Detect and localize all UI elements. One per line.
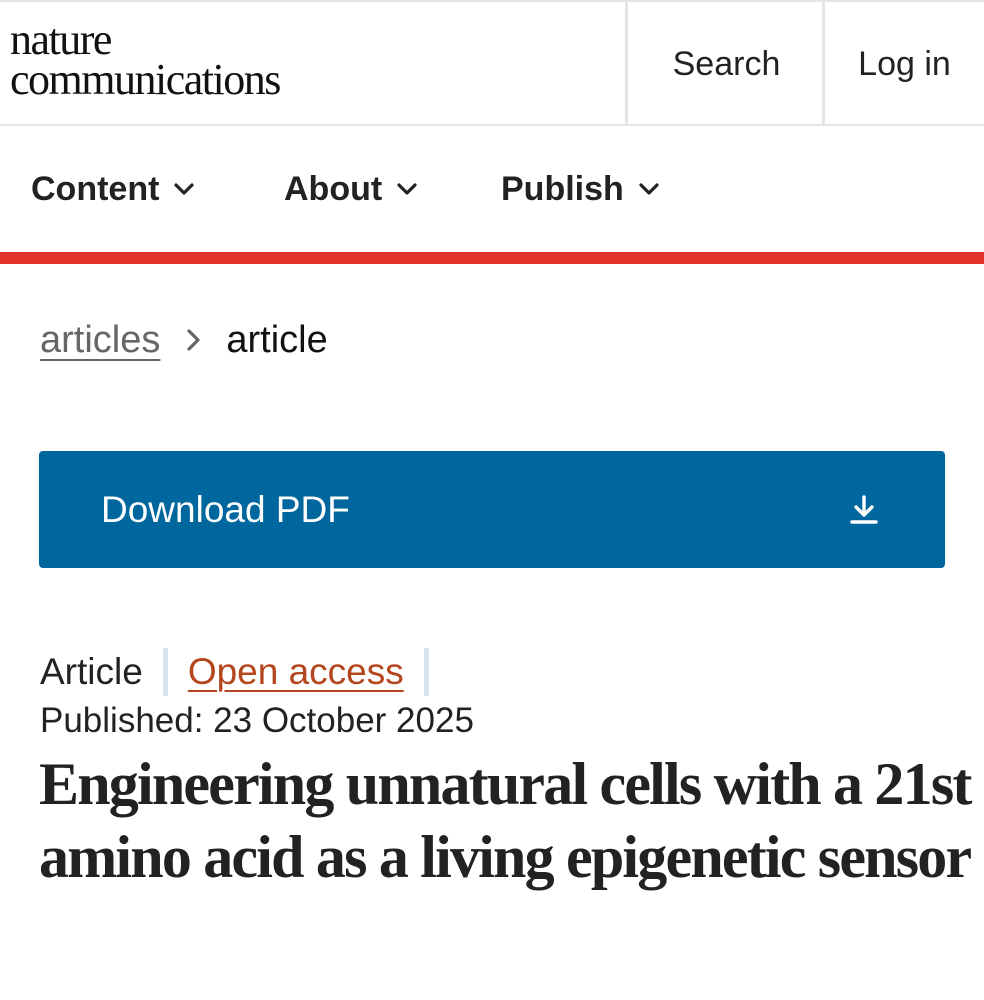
logo-line-1: nature <box>10 15 112 64</box>
breadcrumb-current: article <box>226 318 328 361</box>
meta-divider <box>423 648 429 696</box>
nav-item-about[interactable]: About <box>284 126 418 252</box>
nav-item-label: Publish <box>501 169 624 208</box>
article-title: Engineering unnatural cells with a 21st … <box>39 751 972 890</box>
nav-item-label: About <box>284 169 383 208</box>
article-type: Article <box>40 651 143 692</box>
nav-item-label: Content <box>31 169 160 208</box>
logo-line-2: communications <box>10 55 281 104</box>
published-date: Published: 23 October 2025 <box>40 701 474 740</box>
site-header: nature communications Search Log in <box>0 0 984 126</box>
chevron-down-icon <box>397 183 417 195</box>
download-pdf-label: Download PDF <box>101 488 350 530</box>
search-button[interactable]: Search <box>625 2 825 126</box>
journal-logo[interactable]: nature communications <box>10 15 281 104</box>
article-meta: Article Open access <box>40 646 449 698</box>
nav-item-content[interactable]: Content <box>31 126 195 252</box>
main-nav: Content About Publish <box>0 126 984 252</box>
download-icon <box>850 495 878 524</box>
breadcrumb: articles article <box>40 312 328 368</box>
chevron-down-icon <box>639 183 659 195</box>
download-pdf-button[interactable]: Download PDF <box>39 451 945 568</box>
login-button[interactable]: Log in <box>822 2 984 126</box>
chevron-right-icon <box>187 329 200 351</box>
chevron-down-icon <box>174 183 195 195</box>
meta-divider <box>162 648 168 696</box>
breadcrumb-articles-link[interactable]: articles <box>40 319 160 362</box>
open-access-link[interactable]: Open access <box>188 651 404 693</box>
nav-accent-divider <box>0 252 984 264</box>
nav-item-publish[interactable]: Publish <box>501 126 660 252</box>
